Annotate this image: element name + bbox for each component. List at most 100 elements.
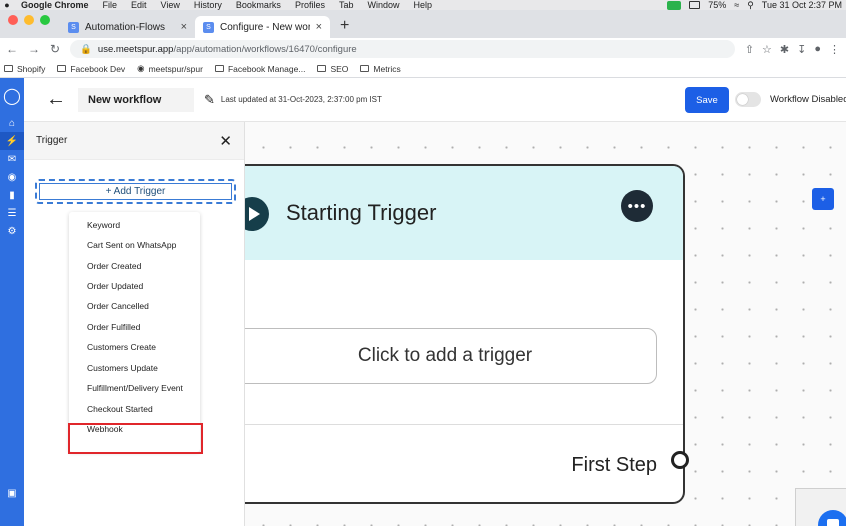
database-icon[interactable]: ☰ [0, 204, 24, 222]
folder-icon [360, 65, 370, 72]
add-trigger-placeholder[interactable]: Click to add a trigger [245, 328, 657, 384]
bookmark-star-icon[interactable]: ☆ [762, 43, 772, 56]
extensions-icon[interactable]: ✱ [780, 43, 789, 56]
app-status-icon[interactable] [667, 0, 682, 10]
app-sidebar: ◯ ⌂ ⚡ ✉ ◉ ▮ ☰ ⚙ ▣ [0, 78, 24, 526]
bookmark-label: meetspur/spur [148, 63, 203, 74]
bookmark-seo[interactable]: SEO [317, 64, 348, 74]
save-button[interactable]: Save [685, 87, 729, 113]
bookmark-facebook-manage[interactable]: Facebook Manage... [214, 63, 306, 74]
os-menubar: ● Google Chrome File Edit View History B… [0, 0, 846, 10]
bookmark-label: Metrics [373, 63, 401, 74]
bookmark-label: Shopify [17, 63, 46, 74]
bookmark-label: Facebook Dev [70, 63, 126, 74]
bookmark-label: SEO [330, 63, 349, 74]
folder-icon [57, 65, 67, 72]
trigger-option-order-updated[interactable]: Order Updated [87, 281, 143, 291]
node-title: Starting Trigger [286, 200, 437, 225]
play-icon [245, 197, 269, 231]
menu-app-name[interactable]: Google Chrome [14, 0, 96, 10]
spur-favicon-icon: S [203, 21, 214, 33]
add-trigger-button[interactable]: + Add Trigger [35, 179, 236, 204]
trigger-option-customers-update[interactable]: Customers Update [87, 363, 158, 373]
tab-label: Automation-Flows [85, 21, 166, 33]
starting-trigger-node[interactable]: Starting Trigger ••• Click to add a trig… [245, 164, 685, 504]
bookmark-shopify[interactable]: Shopify [4, 64, 45, 74]
spotlight-icon[interactable]: ⚲ [747, 0, 754, 10]
trigger-option-order-fulfilled[interactable]: Order Fulfilled [87, 322, 140, 332]
workflow-status-label: Workflow Disabled [770, 94, 846, 105]
menu-bookmarks[interactable]: Bookmarks [229, 0, 288, 10]
profile-icon[interactable]: ● [814, 43, 821, 56]
tab-automation-flows[interactable]: S Automation-Flows × [60, 16, 195, 38]
folder-icon [4, 65, 13, 72]
menu-window[interactable]: Window [360, 0, 406, 10]
menu-profiles[interactable]: Profiles [288, 0, 332, 10]
forward-nav-icon[interactable]: → [28, 42, 40, 56]
tab-configure-workflow[interactable]: S Configure - New workflow × [195, 16, 330, 38]
first-step-label: First Step [571, 454, 657, 476]
trigger-panel: Trigger ✕ + Add Trigger Keyword Cart Sen… [24, 122, 245, 526]
node-output-port[interactable] [671, 451, 689, 469]
more-options-icon[interactable]: ••• [621, 190, 653, 222]
apple-icon[interactable]: ● [0, 0, 14, 10]
menu-edit[interactable]: Edit [124, 0, 154, 10]
trigger-option-order-cancelled[interactable]: Order Cancelled [87, 301, 149, 311]
bookmark-meetspur[interactable]: ◉ meetspur/spur [137, 63, 203, 74]
trigger-option-cart-sent[interactable]: Cart Sent on WhatsApp [87, 240, 176, 250]
workflow-name-input[interactable]: New workflow [78, 87, 194, 112]
spur-logo-icon[interactable]: ◯ [0, 78, 24, 114]
bookmarks-bar: Shopify Facebook Dev ◉ meetspur/spur Face… [0, 60, 846, 78]
workflow-enable-toggle[interactable] [735, 92, 761, 107]
home-icon[interactable]: ⌂ [0, 114, 24, 132]
battery-percent[interactable]: 75% [708, 0, 726, 10]
menu-history[interactable]: History [187, 0, 229, 10]
bookmark-metrics[interactable]: Metrics [360, 63, 401, 74]
share-icon[interactable]: ⇧ [745, 43, 754, 56]
trigger-option-checkout-started[interactable]: Checkout Started [87, 404, 153, 414]
close-window-icon[interactable] [8, 14, 18, 25]
trigger-option-fulfillment-event[interactable]: Fulfillment/Delivery Event [87, 383, 183, 393]
lock-icon[interactable]: 🔒 [80, 44, 92, 55]
trigger-option-keyword[interactable]: Keyword [87, 220, 120, 230]
add-node-button[interactable]: + [812, 188, 834, 210]
folder-icon [214, 65, 224, 72]
wifi-icon[interactable]: ≈ [734, 0, 739, 10]
settings-gear-icon[interactable]: ⚙ [0, 222, 24, 240]
clock[interactable]: Tue 31 Oct 2:37 PM [762, 0, 842, 10]
menu-file[interactable]: File [96, 0, 125, 10]
broadcast-icon[interactable]: ✉ [0, 150, 24, 168]
reload-icon[interactable]: ↻ [50, 42, 60, 56]
browser-toolbar: ← → ↻ 🔒 use.meetspur.app/app/automation/… [0, 38, 846, 60]
menubar-status-area: 75% ≈ ⚲ Tue 31 Oct 2:37 PM [667, 0, 846, 10]
menu-help[interactable]: Help [406, 0, 439, 10]
edit-pencil-icon[interactable]: ✎ [204, 92, 215, 108]
download-icon[interactable]: ↧ [797, 43, 806, 56]
arrow-left-icon[interactable]: ← [24, 88, 78, 111]
trigger-option-order-created[interactable]: Order Created [87, 261, 141, 271]
maximize-window-icon[interactable] [40, 14, 50, 25]
new-tab-icon[interactable]: + [330, 17, 359, 38]
browser-tab-strip: S Automation-Flows × S Configure - New w… [0, 10, 846, 38]
address-bar[interactable]: 🔒 use.meetspur.app/app/automation/workfl… [70, 40, 735, 58]
tab-label: Configure - New workflow [220, 21, 310, 33]
bookmark-facebook-dev[interactable]: Facebook Dev [57, 64, 125, 74]
docs-icon[interactable]: ▣ [0, 484, 24, 502]
trigger-option-customers-create[interactable]: Customers Create [87, 342, 156, 352]
automation-icon[interactable]: ⚡ [0, 132, 24, 150]
minimize-window-icon[interactable] [24, 14, 34, 25]
chrome-menu-icon[interactable]: ⋮ [829, 43, 840, 56]
trigger-panel-header: Trigger ✕ [24, 122, 244, 160]
tab-close-icon[interactable]: × [316, 21, 322, 33]
analytics-icon[interactable]: ▮ [0, 186, 24, 204]
chat-icon[interactable]: ◉ [0, 168, 24, 186]
window-icon[interactable] [689, 1, 701, 9]
workflow-canvas[interactable]: Starting Trigger ••• Click to add a trig… [245, 122, 846, 526]
menu-view[interactable]: View [154, 0, 187, 10]
bookmark-label: Facebook Manage... [227, 63, 306, 74]
url-host: use.meetspur.app [97, 43, 174, 55]
tab-close-icon[interactable]: × [181, 21, 187, 33]
menu-tab[interactable]: Tab [332, 0, 361, 10]
back-nav-icon[interactable]: ← [6, 42, 18, 56]
close-icon[interactable]: ✕ [219, 132, 232, 150]
